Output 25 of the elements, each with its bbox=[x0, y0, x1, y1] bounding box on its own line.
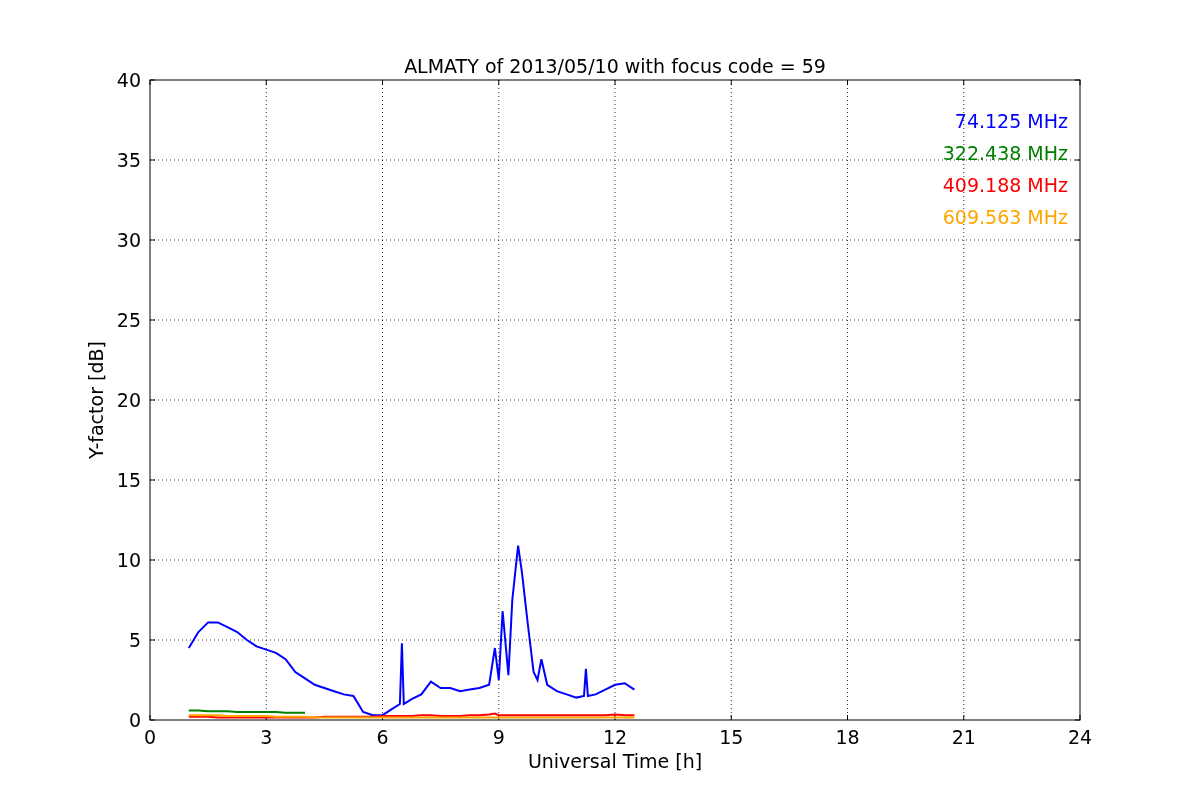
tick-label: 35 bbox=[116, 149, 141, 171]
tick-label: 30 bbox=[116, 229, 141, 251]
legend-label: 609.563 MHz bbox=[942, 206, 1068, 228]
tick-label: 24 bbox=[1067, 726, 1093, 748]
legend-label: 409.188 MHz bbox=[942, 174, 1068, 196]
tick-label: 20 bbox=[116, 389, 141, 411]
tick-label: 10 bbox=[116, 549, 141, 571]
chart-title: ALMATY of 2013/05/10 with focus code = 59 bbox=[404, 55, 826, 77]
tick-label: 18 bbox=[835, 726, 860, 748]
tick-label: 25 bbox=[116, 309, 141, 331]
legend-label: 74.125 MHz bbox=[954, 110, 1068, 132]
tick-label: 6 bbox=[376, 726, 389, 748]
tick-label: 0 bbox=[128, 709, 141, 731]
tick-label: 5 bbox=[128, 629, 141, 651]
tick-label: 9 bbox=[492, 726, 505, 748]
legend-label: 322.438 MHz bbox=[942, 142, 1068, 164]
tick-label: 21 bbox=[951, 726, 976, 748]
tick-label: 15 bbox=[719, 726, 744, 748]
x-axis-label: Universal Time [h] bbox=[527, 750, 703, 772]
tick-label: 15 bbox=[116, 469, 141, 491]
tick-label: 40 bbox=[116, 69, 141, 91]
tick-label: 3 bbox=[260, 726, 273, 748]
tick-label: 0 bbox=[143, 726, 157, 748]
tick-label: 12 bbox=[602, 726, 628, 748]
y-axis-label: Y-factor [dB] bbox=[85, 341, 107, 459]
